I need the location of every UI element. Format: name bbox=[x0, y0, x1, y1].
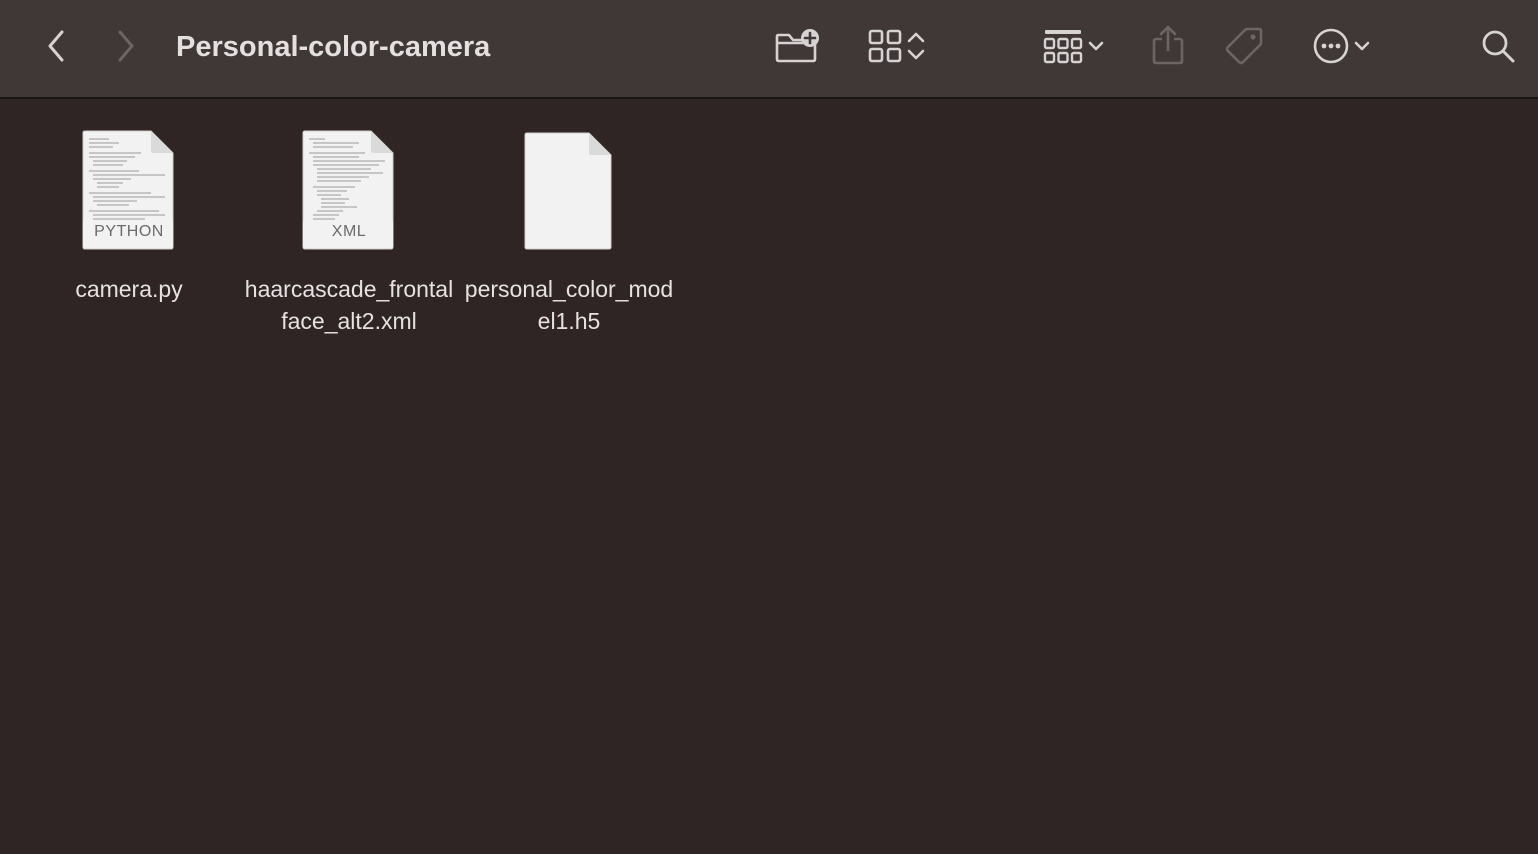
xml-file-icon: XML bbox=[299, 129, 399, 253]
grid-icon bbox=[868, 29, 902, 63]
group-grid-icon bbox=[1043, 30, 1083, 64]
search-icon bbox=[1482, 30, 1515, 63]
file-item-camera-py[interactable]: PYTHON camera.py bbox=[19, 99, 239, 305]
chevron-up-down-icon bbox=[907, 32, 925, 60]
finder-window: Personal-color-camera PYTHON camera.py X… bbox=[0, 0, 1538, 854]
tag-icon bbox=[1225, 27, 1263, 65]
view-mode-button[interactable] bbox=[858, 24, 934, 68]
window-title: Personal-color-camera bbox=[176, 31, 491, 63]
file-type-label: PYTHON bbox=[94, 223, 164, 240]
python-file-icon: PYTHON bbox=[79, 129, 179, 253]
forward-button[interactable] bbox=[108, 26, 144, 66]
file-grid: PYTHON camera.py XML haarcascade_frontal… bbox=[0, 99, 1538, 854]
file-name[interactable]: personal_color_model1.h5 bbox=[464, 273, 674, 337]
search-button[interactable] bbox=[1476, 24, 1520, 68]
file-item-haarcascade-xml[interactable]: XML haarcascade_frontalface_alt2.xml bbox=[239, 99, 459, 337]
new-folder-button[interactable] bbox=[772, 26, 822, 66]
back-button[interactable] bbox=[38, 26, 74, 66]
file-name[interactable]: haarcascade_frontalface_alt2.xml bbox=[244, 273, 454, 337]
share-icon bbox=[1152, 25, 1184, 65]
generic-file-icon bbox=[519, 129, 619, 253]
chevron-down-icon bbox=[1088, 41, 1104, 51]
chevron-down-icon bbox=[1354, 41, 1370, 51]
file-type-label: XML bbox=[331, 223, 367, 240]
tags-button[interactable] bbox=[1222, 24, 1266, 68]
share-button[interactable] bbox=[1148, 22, 1188, 68]
file-item-personal-color-model-h5[interactable]: personal_color_model1.h5 bbox=[459, 99, 679, 337]
file-name[interactable]: camera.py bbox=[24, 273, 234, 305]
chevron-left-icon bbox=[48, 30, 64, 62]
chevron-right-icon bbox=[118, 30, 134, 62]
group-by-button[interactable] bbox=[1036, 24, 1112, 68]
folder-plus-icon bbox=[775, 29, 819, 63]
ellipsis-circle-icon bbox=[1313, 28, 1349, 64]
toolbar: Personal-color-camera bbox=[0, 0, 1538, 99]
more-actions-button[interactable] bbox=[1304, 24, 1380, 68]
